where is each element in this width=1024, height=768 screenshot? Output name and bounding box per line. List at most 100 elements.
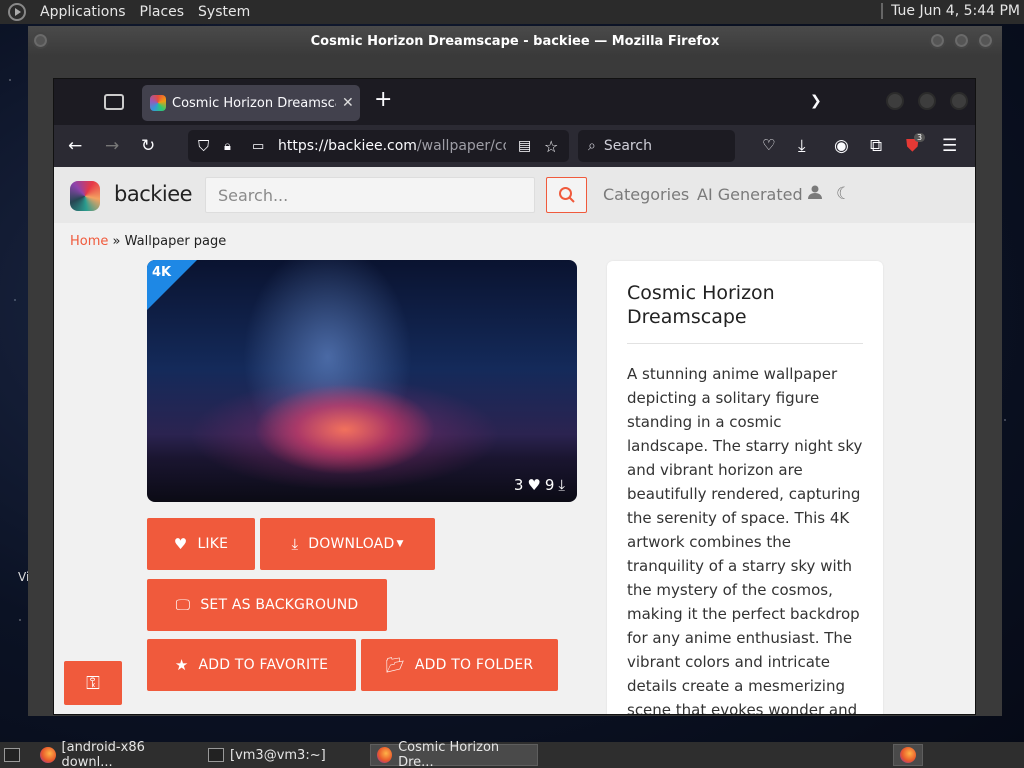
list-all-tabs-chevron-icon[interactable]: ❯ (810, 93, 822, 109)
breadcrumb: Home » Wallpaper page (70, 234, 226, 249)
wallpaper-stats: 3 ♥ 9 ⤓ (514, 476, 565, 494)
extensions-icon[interactable]: ⧉ (870, 136, 882, 156)
url-text[interactable]: https://backiee.com/wallpaper/cosm (278, 138, 506, 154)
pocket-icon[interactable]: ♡ (762, 136, 775, 154)
close-button[interactable] (977, 32, 994, 49)
star-icon: ★ (174, 656, 189, 674)
task-firefox-active[interactable]: Cosmic Horizon Dre... (370, 740, 538, 768)
site-search-input[interactable]: Search... (205, 177, 535, 213)
add-to-favorite-button[interactable]: ★ ADD TO FAVORITE (147, 639, 356, 691)
url-bar[interactable]: ⛉ 🔒︎ ▭ https://backiee.com/wallpaper/cos… (188, 130, 569, 162)
downloads-count: 9 (544, 476, 555, 494)
like-label: LIKE (197, 536, 229, 552)
heart-icon: ♥ (527, 476, 541, 494)
ublock-badge: 3 (914, 133, 926, 142)
task-terminal[interactable]: [vm3@vm3:~] (202, 744, 368, 766)
set-background-label: SET AS BACKGROUND (200, 597, 359, 613)
download-icon: ⤓ (291, 535, 299, 553)
breadcrumb-current: Wallpaper page (124, 234, 227, 249)
tab-close-icon[interactable]: ✕ (342, 95, 354, 111)
firefox-icon (900, 747, 916, 763)
search-bar[interactable]: ⌕ Search (578, 130, 735, 162)
firefox-window: Cosmic Horizon Dreamscape ✕ + ❯ ← → ↻ ⛉ … (53, 78, 976, 715)
panel-separator (881, 3, 884, 19)
account-icon[interactable]: ◉ (834, 136, 849, 156)
outer-window-title: Cosmic Horizon Dreamscape - backiee — Mo… (310, 33, 720, 49)
heart-icon: ♥ (173, 535, 188, 553)
window-maximize-button[interactable] (918, 92, 936, 110)
nav-ai-generated[interactable]: AI Generated (697, 185, 803, 204)
nav-categories[interactable]: Categories (603, 185, 689, 204)
task-label: Cosmic Horizon Dre... (398, 740, 500, 768)
show-desktop-button[interactable] (2, 744, 22, 766)
backiee-favicon-icon (150, 95, 166, 111)
reader-view-icon[interactable]: ▤ (518, 138, 531, 154)
bookmark-star-icon[interactable]: ☆ (544, 137, 558, 156)
site-search-button[interactable] (546, 177, 587, 213)
add-favorite-label: ADD TO FAVORITE (198, 657, 329, 673)
task-android-x86[interactable]: [android-x86 downl... (34, 740, 202, 768)
add-folder-label: ADD TO FOLDER (414, 657, 534, 673)
web-page: backiee Search... Categories AI Generate… (54, 167, 975, 714)
back-arrow-icon[interactable]: ← (68, 136, 82, 156)
search-icon (558, 187, 575, 203)
task-label: [android-x86 downl... (61, 740, 145, 768)
firefox-icon (377, 747, 393, 763)
workspace-switcher[interactable] (893, 744, 923, 766)
shield-icon[interactable]: ⛉ (198, 137, 209, 155)
resolution-badge: 4K (152, 265, 172, 280)
menu-applications[interactable]: Applications (40, 4, 126, 20)
bottom-taskbar: [android-x86 downl... [vm3@vm3:~] Cosmic… (0, 740, 1024, 768)
menu-places[interactable]: Places (140, 4, 185, 20)
reload-icon[interactable]: ↻ (141, 136, 155, 156)
nav-bar: ← → ↻ ⛉ 🔒︎ ▭ https://backiee.com/wallpap… (54, 125, 975, 167)
download-label: DOWNLOAD (308, 536, 395, 552)
download-button[interactable]: ⤓ DOWNLOAD ▼ (260, 518, 435, 570)
window-menu-button[interactable] (32, 32, 49, 49)
window-close-button[interactable] (950, 92, 968, 110)
permissions-icon[interactable]: ▭ (252, 139, 264, 154)
minimize-button[interactable] (929, 32, 946, 49)
outer-window-titlebar[interactable]: Cosmic Horizon Dreamscape - backiee — Mo… (28, 26, 1002, 56)
lock-icon[interactable]: 🔒︎ (224, 139, 231, 154)
breadcrumb-home[interactable]: Home (70, 234, 108, 249)
breadcrumb-separator: » (112, 234, 121, 249)
dropdown-caret-icon: ▼ (396, 539, 404, 549)
download-icon: ⤓ (558, 476, 565, 494)
brand-name[interactable]: backiee (114, 182, 193, 206)
wallpaper-title: Cosmic Horizon Dreamscape (627, 281, 863, 344)
distro-logo-icon[interactable] (8, 3, 26, 21)
window-minimize-button[interactable] (886, 92, 904, 110)
new-tab-button[interactable]: + (374, 89, 392, 111)
task-label: [vm3@vm3:~] (230, 747, 326, 763)
tab-title: Cosmic Horizon Dreamscape (172, 95, 336, 111)
likes-count: 3 (513, 476, 524, 494)
forward-arrow-icon[interactable]: → (105, 136, 119, 156)
description-card: Cosmic Horizon Dreamscape A stunning ani… (607, 261, 883, 714)
maximize-button[interactable] (953, 32, 970, 49)
menu-system[interactable]: System (198, 4, 250, 20)
top-panel: Applications Places System Tue Jun 4, 5:… (0, 0, 1024, 24)
site-header: backiee Search... Categories AI Generate… (54, 167, 975, 223)
firefox-view-icon[interactable] (104, 94, 124, 110)
hamburger-menu-icon[interactable]: ☰ (942, 136, 957, 156)
clock[interactable]: Tue Jun 4, 5:44 PM (891, 3, 1020, 19)
search-placeholder: Search (603, 138, 652, 154)
dark-mode-moon-icon[interactable]: ☾ (836, 184, 851, 204)
terminal-icon (208, 748, 224, 762)
tab-bar: Cosmic Horizon Dreamscape ✕ + ❯ (54, 79, 975, 125)
folder-icon: 📂︎ (385, 656, 405, 674)
user-icon[interactable] (807, 184, 823, 205)
like-button[interactable]: ♥ LIKE (147, 518, 255, 570)
backiee-logo-icon[interactable] (70, 181, 100, 211)
monitor-icon: 🖵︎ (175, 596, 191, 614)
tab-active[interactable]: Cosmic Horizon Dreamscape ✕ (142, 85, 360, 121)
downloads-icon[interactable]: ⤓ (798, 136, 806, 156)
set-background-button[interactable]: 🖵︎ SET AS BACKGROUND (147, 579, 387, 631)
url-path: /wallpaper/cosm (416, 138, 506, 154)
show-desktop-icon (4, 748, 20, 762)
key-icon-button[interactable]: ⚿ (64, 661, 122, 705)
wallpaper-preview-image[interactable]: 4K 3 ♥ 9 ⤓ (147, 260, 577, 502)
search-icon: ⌕ (588, 138, 596, 154)
add-to-folder-button[interactable]: 📂︎ ADD TO FOLDER (361, 639, 558, 691)
